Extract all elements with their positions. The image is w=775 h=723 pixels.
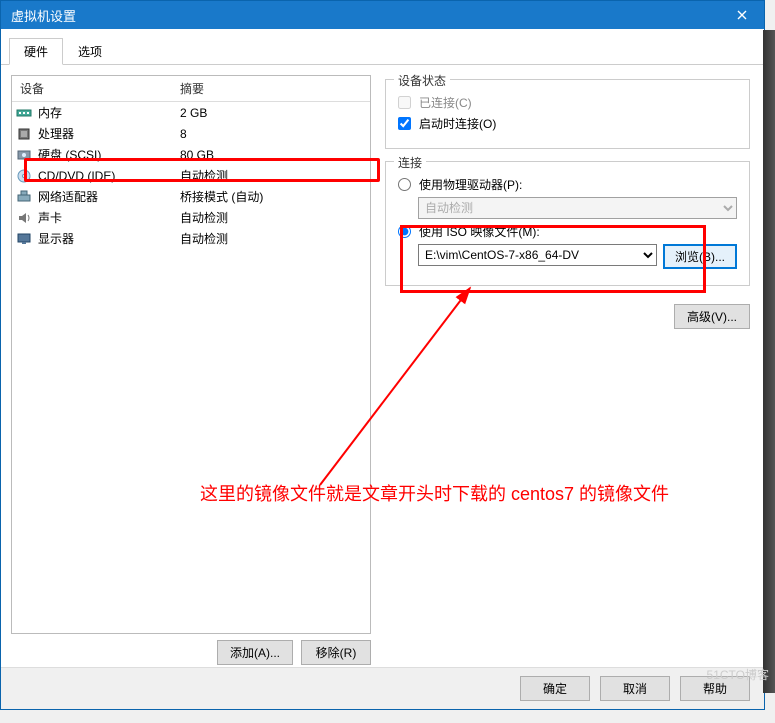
use-physical-radio[interactable] (398, 178, 411, 191)
cancel-button[interactable]: 取消 (600, 676, 670, 701)
display-icon (12, 231, 36, 247)
right-panel: 设备状态 已连接(C) 启动时连接(O) 连接 使用物理驱动器(P): (381, 75, 754, 665)
device-name: 网络适配器 (36, 188, 172, 205)
device-row[interactable]: CD/DVD (IDE)自动检测 (12, 165, 370, 186)
titlebar: 虚拟机设置 (1, 1, 764, 29)
device-row[interactable]: 显示器自动检测 (12, 228, 370, 249)
cpu-icon (12, 126, 36, 142)
left-buttons: 添加(A)... 移除(R) (11, 634, 371, 665)
use-physical-label: 使用物理驱动器(P): (419, 176, 522, 193)
iso-path-select[interactable]: E:\vim\CentOS-7-x86_64-DV (418, 244, 657, 266)
device-rows: 内存2 GB处理器8硬盘 (SCSI)80 GBCD/DVD (IDE)自动检测… (12, 102, 370, 633)
connected-checkbox[interactable] (398, 96, 411, 109)
list-header: 设备 摘要 (12, 76, 370, 102)
vm-settings-dialog: 虚拟机设置 硬件 选项 设备 摘要 内存2 GB处理器8硬盘 (SCSI)80 … (0, 0, 765, 710)
content-area: 设备 摘要 内存2 GB处理器8硬盘 (SCSI)80 GBCD/DVD (ID… (1, 65, 764, 675)
right-shadow (763, 30, 775, 693)
watermark: 51CTO博客 (707, 666, 769, 683)
use-iso-radio[interactable] (398, 225, 411, 238)
cd-icon (12, 168, 36, 184)
memory-icon (12, 105, 36, 121)
device-name: 硬盘 (SCSI) (36, 146, 172, 163)
device-row[interactable]: 内存2 GB (12, 102, 370, 123)
sound-icon (12, 210, 36, 226)
left-panel: 设备 摘要 内存2 GB处理器8硬盘 (SCSI)80 GBCD/DVD (ID… (11, 75, 371, 665)
connect-at-power-label: 启动时连接(O) (419, 115, 496, 132)
device-status-group: 设备状态 已连接(C) 启动时连接(O) (385, 79, 750, 149)
add-button[interactable]: 添加(A)... (217, 640, 293, 665)
close-icon (737, 10, 747, 20)
disk-icon (12, 147, 36, 163)
tab-strip: 硬件 选项 (1, 29, 764, 65)
use-iso-label: 使用 ISO 映像文件(M): (419, 223, 540, 240)
device-row[interactable]: 处理器8 (12, 123, 370, 144)
tab-hardware[interactable]: 硬件 (9, 38, 63, 65)
device-name: 声卡 (36, 209, 172, 226)
bottom-bar: 确定 取消 帮助 (1, 667, 764, 709)
connection-title: 连接 (394, 154, 426, 171)
remove-button[interactable]: 移除(R) (301, 640, 371, 665)
device-name: 显示器 (36, 230, 172, 247)
device-summary: 2 GB (172, 106, 370, 120)
device-row[interactable]: 硬盘 (SCSI)80 GB (12, 144, 370, 165)
device-name: CD/DVD (IDE) (36, 169, 172, 183)
dialog-title: 虚拟机设置 (11, 6, 720, 25)
device-name: 内存 (36, 104, 172, 121)
device-summary: 自动检测 (172, 167, 370, 184)
header-summary: 摘要 (172, 76, 370, 101)
device-list: 设备 摘要 内存2 GB处理器8硬盘 (SCSI)80 GBCD/DVD (ID… (11, 75, 371, 634)
advanced-button[interactable]: 高级(V)... (674, 304, 750, 329)
device-status-title: 设备状态 (394, 72, 450, 89)
device-summary: 自动检测 (172, 209, 370, 226)
physical-drive-select[interactable]: 自动检测 (418, 197, 737, 219)
device-row[interactable]: 声卡自动检测 (12, 207, 370, 228)
close-button[interactable] (720, 1, 764, 29)
device-summary: 8 (172, 127, 370, 141)
tab-options[interactable]: 选项 (63, 38, 117, 65)
device-row[interactable]: 网络适配器桥接模式 (自动) (12, 186, 370, 207)
network-icon (12, 189, 36, 205)
header-device: 设备 (12, 76, 172, 101)
browse-button[interactable]: 浏览(B)... (663, 244, 737, 269)
device-summary: 80 GB (172, 148, 370, 162)
device-summary: 桥接模式 (自动) (172, 188, 370, 205)
connection-group: 连接 使用物理驱动器(P): 自动检测 使用 ISO 映像文件(M): E: (385, 161, 750, 286)
ok-button[interactable]: 确定 (520, 676, 590, 701)
device-name: 处理器 (36, 125, 172, 142)
connected-label: 已连接(C) (419, 94, 472, 111)
device-summary: 自动检测 (172, 230, 370, 247)
connect-at-power-checkbox[interactable] (398, 117, 411, 130)
